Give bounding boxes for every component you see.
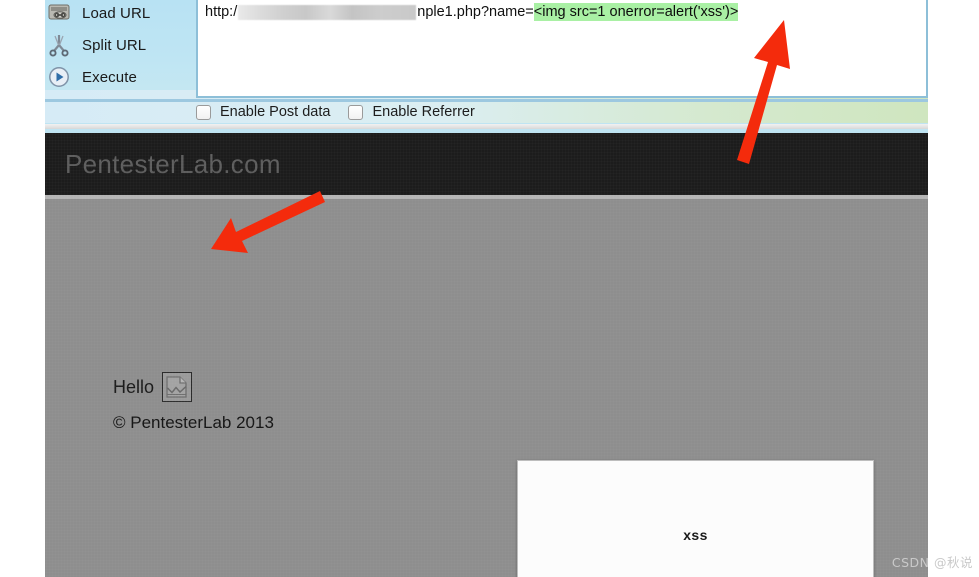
split-url-button[interactable]: Split URL: [46, 32, 146, 58]
split-url-label: Split URL: [82, 36, 147, 54]
url-prefix: http:/: [205, 4, 238, 20]
url-redacted-block: [238, 4, 417, 20]
enable-referrer-label: Enable Referrer: [372, 104, 475, 120]
split-url-icon: [46, 33, 72, 57]
xss-payload-highlight: <img src=1 onerror=alert('xss')>: [533, 3, 739, 21]
load-url-icon: [46, 1, 72, 25]
enable-referrer-checkbox[interactable]: [348, 104, 364, 120]
load-url-button[interactable]: Load URL: [46, 0, 150, 26]
url-input[interactable]: http:/ nple1.php?name=<img src=1 onerror=…: [196, 0, 928, 98]
alert-dialog: xss 确定: [517, 460, 874, 577]
enable-post-data-checkbox[interactable]: [196, 104, 211, 120]
enable-post-data-label: Enable Post data: [220, 104, 331, 120]
execute-icon: [46, 65, 72, 89]
site-brand: PentesterLab.com: [65, 149, 281, 179]
broken-image-icon: [162, 372, 193, 402]
load-url-label: Load URL: [82, 4, 151, 22]
url-input-value: http:/ nple1.php?name=<img src=1 onerror=…: [205, 2, 739, 22]
url-suffix: nple1.php?name=: [417, 4, 534, 20]
page-header-underline: [45, 195, 928, 199]
alert-message: xss: [683, 527, 708, 543]
copyright-text: © PentesterLab 2013: [113, 413, 274, 432]
rendered-page: PentesterLab.com Hello © PentesterLab 20…: [45, 133, 928, 577]
execute-label: Execute: [82, 68, 137, 86]
hello-line: Hello: [113, 372, 193, 402]
alert-dialog-body: xss: [518, 461, 873, 577]
toolbar-bottom-edge: [45, 124, 928, 129]
execute-button[interactable]: Execute: [46, 64, 137, 90]
csdn-watermark: CSDN @秋说: [891, 555, 973, 570]
toolbar-options: Enable Post data Enable Referrer: [196, 104, 484, 120]
hello-label: Hello: [113, 376, 155, 397]
page-header: PentesterLab.com: [45, 133, 928, 195]
toolbar-divider: [45, 99, 928, 102]
